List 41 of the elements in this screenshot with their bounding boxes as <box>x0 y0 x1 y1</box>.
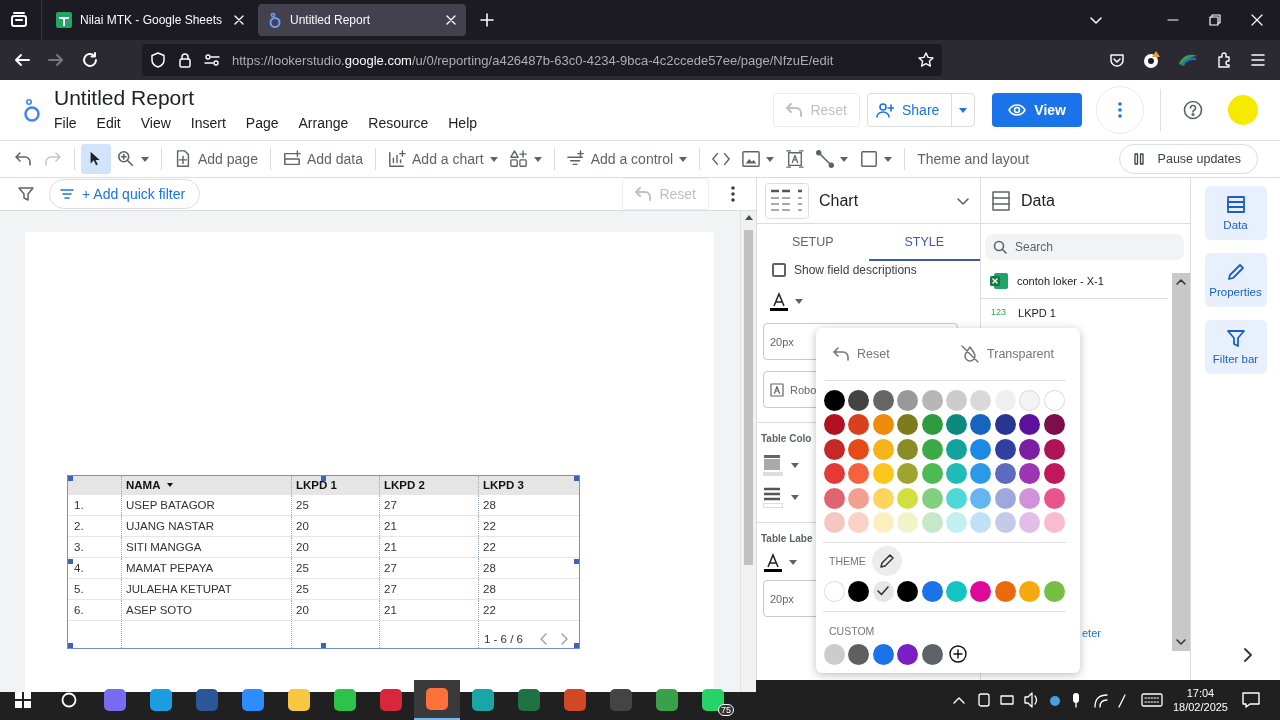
table-cell: 28 <box>478 495 579 515</box>
pagination-text: 1 - 6 / 6 <box>484 633 523 645</box>
table-cell: 22 <box>478 516 579 536</box>
row-number: 1. <box>74 498 85 513</box>
table-cell: 25 <box>291 558 379 578</box>
section-label: THEME <box>829 554 866 567</box>
table-cell: 22 <box>478 537 579 557</box>
section-heading: Table Labe <box>760 533 814 544</box>
table-cell: 21 <box>379 516 478 536</box>
row-number: 4. <box>74 561 85 576</box>
table-cell: 20 <box>291 537 379 557</box>
table-cell: UJANG NASTAR <box>121 516 291 536</box>
table-cell: 21 <box>379 537 478 557</box>
row-number: 3. <box>74 540 85 555</box>
url-text: https://lookerstudio.google.com/u/0/reporting/a426487b-63c0-4234-9bca-4c2ccede57ee/page/NfzuE/edit <box>232 52 835 68</box>
field-type: 123 <box>991 307 1007 319</box>
row-number: 6. <box>74 603 85 618</box>
panel-title: Chart <box>819 191 860 210</box>
checkbox-label: Show field descriptions <box>794 263 917 277</box>
row-number: 2. <box>74 519 85 534</box>
table-cell: 20 <box>291 600 379 620</box>
table-cell: 22 <box>478 600 579 620</box>
table-cell: 28 <box>478 558 579 578</box>
table-cell: JULAEHA KETUPAT <box>121 579 291 599</box>
table-cell: 21 <box>379 600 478 620</box>
table-cell: 25 <box>291 579 379 599</box>
table-cell: 28 <box>478 579 579 599</box>
table-cell: 20 <box>291 516 379 536</box>
table-cell: USEP BATAGOR <box>121 495 291 515</box>
notification-badge: 75 <box>718 704 734 716</box>
table-cell: MAMAT PEPAYA <box>121 558 291 578</box>
table-cell: 27 <box>379 579 478 599</box>
table-cell: 27 <box>379 495 478 515</box>
table-cell: SITI MANGGA <box>121 537 291 557</box>
section-heading: Table Colo <box>760 433 813 444</box>
section-label: CUSTOM <box>829 624 875 637</box>
row-number: 5. <box>74 582 85 597</box>
panel-title: Data <box>1021 191 1055 210</box>
table-cell: ASEP SOTO <box>121 600 291 620</box>
table-cell: 27 <box>379 558 478 578</box>
table-cell: 25 <box>291 495 379 515</box>
